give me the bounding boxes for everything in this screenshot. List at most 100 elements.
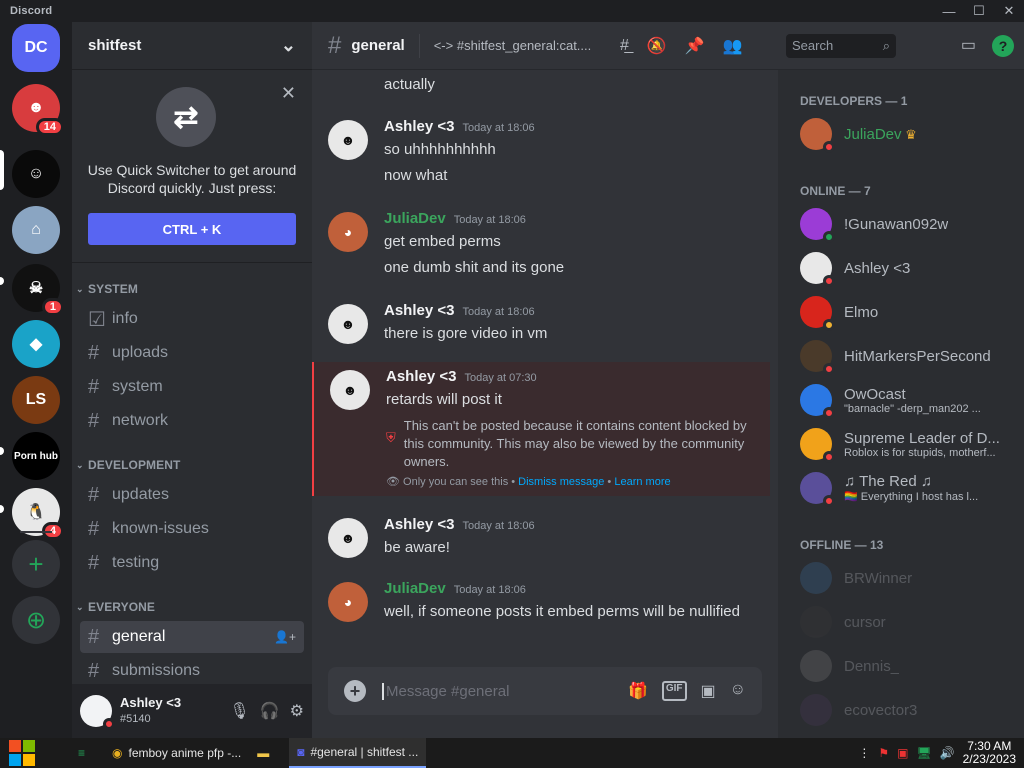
member-item[interactable]: ♫ The Red ♫ 🏳️‍🌈 Everything I host has l.… [786, 466, 1016, 510]
avatar[interactable]: ☻ [328, 518, 368, 558]
channel-network[interactable]: # network [80, 405, 304, 437]
search-input[interactable]: Search ⌕ [786, 33, 896, 58]
member-item[interactable]: OwOcast "barnacle" -derp_man202 ... [786, 378, 1016, 422]
avatar[interactable]: ◕ [328, 582, 368, 622]
channel-updates[interactable]: # updates [80, 479, 304, 511]
server-icon[interactable]: ◆ [12, 320, 60, 368]
message-author[interactable]: Ashley <3 [384, 118, 454, 135]
dismiss-message-link[interactable]: Dismiss message [518, 476, 604, 488]
member-item[interactable]: Supreme Leader of D... Roblox is for stup… [786, 422, 1016, 466]
server-icon[interactable]: ☺ [12, 150, 60, 198]
windows-logo-icon [9, 740, 35, 766]
gear-icon[interactable]: ⚙ [290, 701, 304, 721]
search-icon: ⌕ [882, 37, 890, 53]
message-author[interactable]: Ashley <3 [384, 516, 454, 533]
message-timestamp: Today at 18:06 [453, 584, 526, 596]
upload-plus-icon[interactable]: + [344, 680, 366, 702]
minimize-button[interactable]: — [934, 0, 964, 22]
server-icon[interactable]: Porn hub [12, 432, 60, 480]
message-list[interactable]: actually ☻ Ashley <3 Today at 18:06 so uhhhh… [312, 70, 778, 668]
message[interactable]: ☻ Ashley <3 Today at 07:30 retards will pos… [312, 362, 770, 496]
member-item[interactable]: Dennis_ [786, 644, 1016, 688]
network-icon[interactable]: 🖥 [916, 746, 931, 760]
explore-servers-button[interactable]: ⊕ [12, 596, 60, 644]
channel-topic[interactable]: <-> #shitfest_general:cat.... [434, 38, 592, 53]
message[interactable]: ◕ JuliaDev Today at 18:06 get embed perms on… [312, 210, 770, 279]
avatar[interactable]: ◕ [328, 212, 368, 252]
avatar[interactable]: ☻ [328, 120, 368, 160]
blocked-notice: ⛨ This can't be posted because it contain… [386, 417, 770, 471]
avatar[interactable]: ☻ [330, 370, 370, 410]
pin-icon[interactable]: 📌 [685, 36, 705, 56]
members-icon[interactable]: 👥 [723, 36, 743, 56]
threads-icon[interactable]: #̲ [620, 37, 629, 55]
message-continuation[interactable]: actually [312, 74, 770, 96]
taskbar-app[interactable]: ▬ [249, 738, 289, 768]
security-icon[interactable]: ▣ [897, 746, 908, 760]
channel-general[interactable]: # general 👤+ [80, 621, 304, 653]
member-item[interactable]: !Gunawan092w [786, 202, 1016, 246]
avatar[interactable] [80, 695, 115, 730]
member-item[interactable]: HitMarkersPerSecond [786, 334, 1016, 378]
server-icon[interactable]: ☠ 1 [12, 264, 64, 316]
channel-testing[interactable]: # testing [80, 547, 304, 579]
member-item[interactable]: cursor [786, 600, 1016, 644]
invite-icon[interactable]: 👤+ [274, 630, 296, 644]
taskbar-app[interactable]: ◙ #general | shitfest ... [289, 738, 427, 768]
message-author[interactable]: JuliaDev [384, 210, 446, 227]
category-development[interactable]: ⌄ DEVELOPMENT [72, 453, 312, 477]
flag-icon[interactable]: ⚑ [878, 746, 889, 760]
member-item[interactable]: JuliaDev ♛ [786, 112, 1016, 156]
avatar [800, 472, 835, 507]
message[interactable]: ◕ JuliaDev Today at 18:06 well, if someone … [312, 580, 770, 623]
message-author[interactable]: JuliaDev [384, 580, 446, 597]
volume-icon[interactable]: 🔊 [940, 746, 955, 760]
channel-submissions[interactable]: # submissions [80, 655, 304, 684]
mute-bell-icon[interactable]: 🔕 [647, 36, 667, 56]
quick-switcher-button[interactable]: CTRL + K [88, 213, 296, 245]
message-input[interactable] [382, 682, 628, 700]
close-button[interactable]: ✕ [994, 0, 1024, 22]
channel-info[interactable]: ☑ info [80, 303, 304, 335]
add-server-button[interactable]: + [12, 540, 60, 588]
close-icon[interactable]: ✕ [281, 83, 296, 104]
learn-more-link[interactable]: Learn more [614, 476, 670, 488]
server-header[interactable]: shitfest ⌄ [72, 22, 312, 70]
start-button[interactable] [0, 738, 44, 768]
channel-system[interactable]: # system [80, 371, 304, 403]
member-item[interactable]: BRWinner [786, 556, 1016, 600]
server-icon[interactable]: LS [12, 376, 60, 424]
gif-button[interactable]: GIF [661, 681, 687, 701]
member-item[interactable]: Elmo [786, 290, 1016, 334]
taskbar-app[interactable]: ≡ [70, 738, 104, 768]
home-button[interactable]: DC [12, 24, 60, 72]
microphone-icon[interactable]: 🎙 [229, 701, 249, 721]
message[interactable]: ☻ Ashley <3 Today at 18:06 there is gore vi… [312, 302, 770, 345]
member-item[interactable]: ecovector3 [786, 688, 1016, 732]
channel-known-issues[interactable]: # known-issues [80, 513, 304, 545]
gift-icon[interactable]: 🎁 [628, 681, 648, 701]
maximize-button[interactable]: ☐ [964, 0, 994, 22]
message-author[interactable]: Ashley <3 [386, 368, 456, 385]
message-author[interactable]: Ashley <3 [384, 302, 454, 319]
avatar[interactable]: ☻ [328, 304, 368, 344]
message[interactable]: ☻ Ashley <3 Today at 18:06 so uhhhhhhhhhh no… [312, 118, 770, 187]
message[interactable]: ☻ Ashley <3 Today at 18:06 be aware! [312, 516, 770, 559]
emoji-icon[interactable]: ☺ [730, 681, 746, 701]
channel-uploads[interactable]: # uploads [80, 337, 304, 369]
overflow-icon[interactable]: ⋮ [858, 746, 870, 760]
member-item[interactable]: Ashley <3 [786, 246, 1016, 290]
clock[interactable]: 7:30 AM 2/23/2023 [963, 740, 1016, 766]
headphones-icon[interactable]: 🎧 [260, 701, 280, 721]
category-everyone[interactable]: ⌄ EVERYONE [72, 595, 312, 619]
swap-arrows-icon: ⇄ [156, 87, 216, 147]
inbox-icon[interactable]: ▭ [961, 35, 976, 57]
category-system[interactable]: ⌄ SYSTEM [72, 277, 312, 301]
server-icon[interactable]: ☻ 14 [12, 84, 64, 136]
sticker-icon[interactable]: ▣ [701, 681, 716, 701]
taskbar-app[interactable]: ◉ femboy anime pfp -... [104, 738, 249, 768]
help-icon[interactable]: ? [992, 34, 1014, 57]
member-name: Dennis_ [844, 657, 900, 675]
server-icon[interactable]: ⌂ [12, 206, 60, 254]
server-icon[interactable]: 🐧 4 [12, 488, 64, 540]
